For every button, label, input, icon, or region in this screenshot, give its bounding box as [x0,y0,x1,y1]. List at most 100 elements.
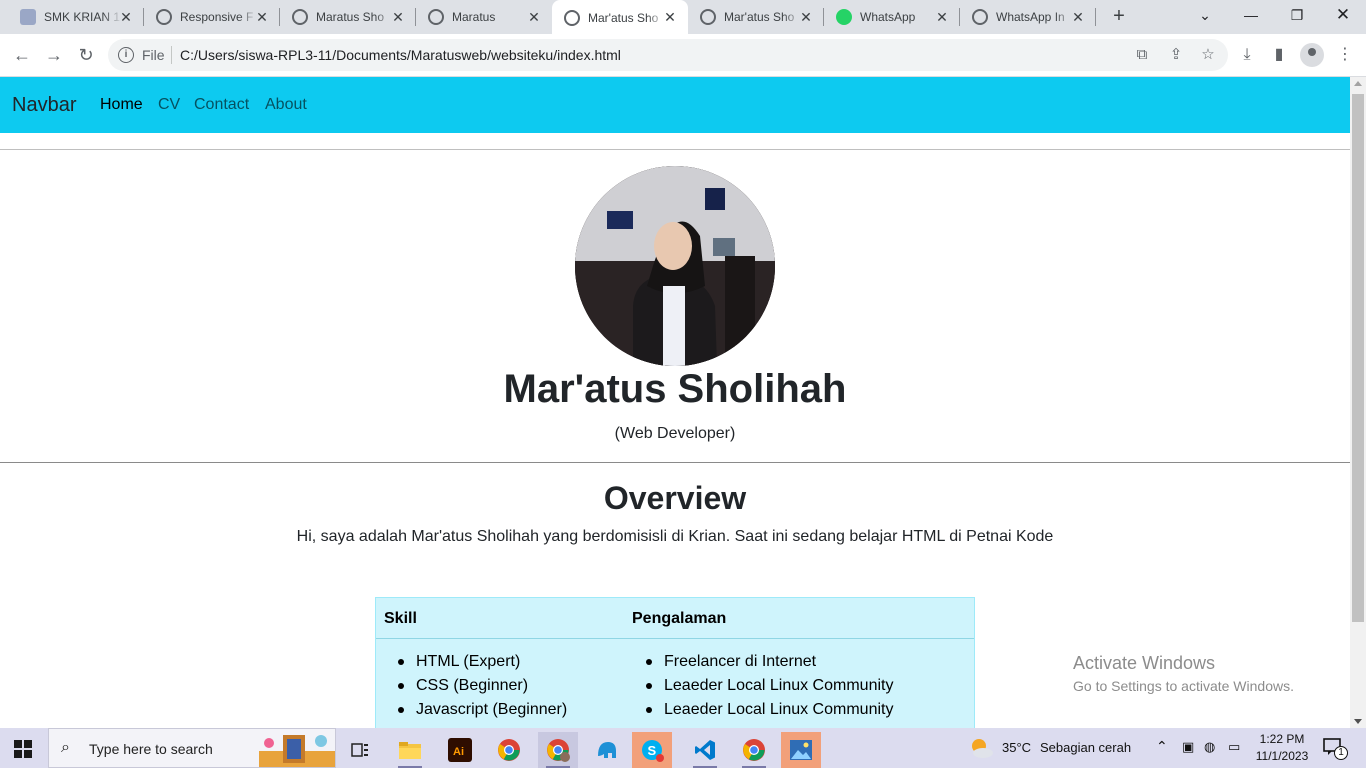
tab-title: Mar'atus Sho [588,11,659,25]
skill-experience-table: Skill Pengalaman HTML (Expert) CSS (Begi… [375,597,975,728]
close-icon[interactable]: ✕ [526,9,542,25]
tab-5-active[interactable]: Mar'atus Sho ✕ [552,0,688,36]
network-icon[interactable]: ◍ [1204,739,1215,759]
weather-temp: 35°C [1002,740,1032,755]
experience-list: Freelancer di Internet Leaeder Local Lin… [624,650,893,722]
download-icon[interactable]: ⤓ [1236,44,1258,66]
app-elephant-icon[interactable] [587,732,627,768]
menu-kebab-icon[interactable]: ⋮ [1334,44,1356,66]
nav-link-cv[interactable]: CV [158,96,180,114]
watermark-line-2: Go to Settings to activate Windows. [1073,678,1294,694]
reload-icon[interactable]: ↻ [74,43,98,67]
address-bar[interactable]: i File C:/Users/siswa-RPL3-11/Documents/… [108,39,1228,71]
profile-name: Mar'atus Sholihah [503,367,847,411]
globe-icon [156,9,172,25]
clock-date: 11/1/2023 [1255,749,1309,763]
nav-link-about[interactable]: About [265,96,307,114]
globe-icon [428,9,444,25]
notification-center-icon[interactable]: 1 [1322,736,1348,760]
svg-text:S: S [648,743,657,758]
info-icon[interactable]: i [118,47,134,63]
scroll-down-icon[interactable] [1354,719,1362,724]
scheme-label: File [142,47,165,63]
divider [0,462,1350,463]
profile-photo [575,166,775,366]
close-icon[interactable]: ✕ [390,9,406,25]
back-arrow-icon[interactable]: ← [10,43,34,67]
globe-icon [700,9,716,25]
close-icon[interactable]: ✕ [662,9,678,25]
activate-windows-watermark: Activate Windows Go to Settings to activ… [1073,653,1294,694]
file-explorer-icon[interactable] [390,732,430,768]
page-viewport: Navbar Home CV Contact About Mar'atus Sh… [0,77,1350,728]
scroll-up-icon[interactable] [1354,81,1362,86]
task-view-icon[interactable] [340,732,380,768]
whatsapp-icon [836,9,852,25]
system-clock[interactable]: 1:22 PM 11/1/2023 [1250,731,1314,765]
close-icon[interactable]: ✕ [934,9,950,25]
tab-4[interactable]: Maratus ✕ [408,0,552,34]
bookmark-star-icon[interactable]: ☆ [1198,45,1218,65]
share-icon[interactable]: ⇪ [1166,45,1186,65]
close-icon[interactable]: ✕ [254,9,270,25]
windows-taskbar: ⌕ Type here to search Ai S 35°C Sebagian… [0,728,1366,768]
weather-desc: Sebagian cerah [1040,740,1132,755]
tab-title: Responsive F [180,10,254,24]
translate-icon[interactable]: ⧉ [1132,45,1152,65]
tab-2[interactable]: Responsive F ✕ [136,0,280,34]
tab-1[interactable]: SMK KRIAN 1 ✕ [0,0,144,34]
url-text[interactable]: C:/Users/siswa-RPL3-11/Documents/Maratus… [180,47,621,63]
skype-icon[interactable]: S [632,732,672,768]
list-item: Javascript (Beginner) [376,698,567,722]
site-navbar: Navbar Home CV Contact About [0,77,1350,133]
meet-now-icon[interactable]: ▣ [1182,739,1194,759]
tab-title: WhatsApp In [996,10,1065,24]
vscode-icon[interactable] [685,732,725,768]
clock-time: 1:22 PM [1259,732,1305,746]
tab-3[interactable]: Maratus Sho ✕ [272,0,416,34]
browser-toolbar: ← → ↻ i File C:/Users/siswa-RPL3-11/Docu… [0,34,1366,77]
close-icon[interactable]: ✕ [118,9,134,25]
search-placeholder: Type here to search [89,741,213,757]
display-icon[interactable]: ▭ [1228,739,1240,759]
page-scrollbar[interactable] [1350,77,1366,728]
school-favicon-icon [20,9,36,25]
adobe-illustrator-icon[interactable]: Ai [440,732,480,768]
list-item: CSS (Beginner) [376,674,567,698]
tab-8[interactable]: WhatsApp In ✕ [960,0,1096,34]
overview-title: Overview [603,480,747,516]
close-window-button[interactable]: ✕ [1320,0,1366,30]
tab-title: SMK KRIAN 1 [44,10,121,24]
chevron-up-icon[interactable]: ⌃ [1156,738,1168,758]
tab-title: Maratus Sho [316,10,385,24]
chrome-icon[interactable] [489,732,529,768]
browser-tab-strip: SMK KRIAN 1 ✕ Responsive F ✕ Maratus Sho… [0,0,1366,36]
nav-link-home[interactable]: Home [100,96,143,114]
nav-link-contact[interactable]: Contact [194,96,249,114]
new-tab-button[interactable]: + [1108,6,1130,28]
side-panel-icon[interactable]: ▮ [1268,44,1290,66]
tab-7[interactable]: WhatsApp ✕ [824,0,960,34]
windows-start-icon[interactable] [14,740,32,758]
profile-avatar-icon[interactable] [1300,43,1324,67]
tab-search-button[interactable]: ⌄ [1182,0,1228,30]
close-icon[interactable]: ✕ [798,9,814,25]
chrome-icon[interactable] [734,732,774,768]
forward-arrow-icon[interactable]: → [42,43,66,67]
partly-sunny-icon [972,739,993,758]
photos-icon[interactable] [781,732,821,768]
list-item: Leaeder Local Linux Community [624,698,893,722]
tab-title: Maratus [452,10,496,24]
minimize-button[interactable]: — [1228,0,1274,30]
chrome-profile-icon[interactable] [538,732,578,768]
search-highlight-illustration-icon [259,735,335,767]
tab-6[interactable]: Mar'atus Sho ✕ [688,0,824,34]
globe-icon [564,10,580,26]
taskbar-search-box[interactable]: ⌕ Type here to search [48,728,336,768]
close-icon[interactable]: ✕ [1070,9,1086,25]
navbar-brand[interactable]: Navbar [12,94,76,117]
profile-role: (Web Developer) [614,425,736,442]
scroll-thumb[interactable] [1352,94,1364,622]
maximize-button[interactable]: ❐ [1274,0,1320,30]
notification-badge: 1 [1334,746,1348,760]
